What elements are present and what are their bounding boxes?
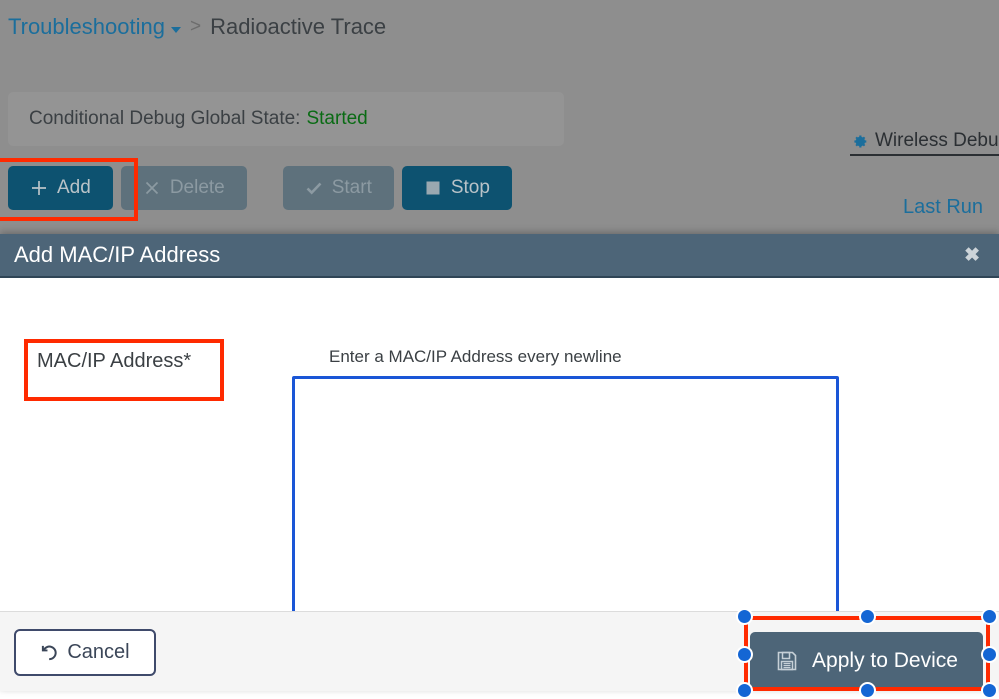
stop-button-label: Stop xyxy=(451,177,490,199)
close-icon[interactable]: ✖ xyxy=(964,246,980,265)
mac-ip-label-annotation-box: MAC/IP Address* xyxy=(24,339,224,401)
wireless-debug-label: Wireless Debu xyxy=(875,130,999,152)
breadcrumb-parent-label: Troubleshooting xyxy=(8,14,165,40)
add-button[interactable]: Add xyxy=(8,166,113,210)
wireless-debug-link[interactable]: Wireless Debu xyxy=(850,130,999,156)
undo-icon xyxy=(40,644,58,662)
apply-to-device-label: Apply to Device xyxy=(812,649,958,673)
add-button-label: Add xyxy=(57,177,91,199)
gear-icon xyxy=(850,132,868,150)
caret-down-icon[interactable] xyxy=(171,27,181,33)
stop-button[interactable]: Stop xyxy=(402,166,512,210)
delete-button-label: Delete xyxy=(170,177,225,199)
plus-icon xyxy=(30,179,48,197)
cancel-button-label: Cancel xyxy=(67,641,129,664)
apply-to-device-button[interactable]: Apply to Device xyxy=(750,632,983,690)
cancel-button[interactable]: Cancel xyxy=(14,629,156,676)
dialog-body: MAC/IP Address* Enter a MAC/IP Address e… xyxy=(0,278,999,611)
save-floppy-icon xyxy=(775,649,799,673)
breadcrumb-troubleshooting-link[interactable]: Troubleshooting xyxy=(8,14,181,40)
mac-ip-address-input[interactable] xyxy=(292,376,839,624)
start-button[interactable]: Start xyxy=(283,166,394,210)
conditional-debug-state-value: Started xyxy=(306,108,367,130)
conditional-debug-state-label: Conditional Debug Global State: xyxy=(29,108,300,130)
add-mac-ip-address-dialog: Add MAC/IP Address ✖ MAC/IP Address* Ent… xyxy=(0,234,999,691)
start-button-label: Start xyxy=(332,177,372,199)
breadcrumb: Troubleshooting > Radioactive Trace xyxy=(8,14,386,40)
check-icon xyxy=(305,179,323,197)
last-run-link[interactable]: Last Run xyxy=(903,196,983,219)
breadcrumb-separator: > xyxy=(190,16,201,38)
square-stop-icon xyxy=(424,179,442,197)
dialog-footer: Cancel Apply to Device xyxy=(0,611,999,691)
times-icon xyxy=(143,179,161,197)
delete-button[interactable]: Delete xyxy=(121,166,247,210)
dialog-title: Add MAC/IP Address xyxy=(14,242,220,268)
dialog-header: Add MAC/IP Address ✖ xyxy=(0,234,999,278)
mac-ip-hint-text: Enter a MAC/IP Address every newline xyxy=(329,347,622,367)
conditional-debug-state-strip: Conditional Debug Global State: Started xyxy=(8,92,564,146)
mac-ip-address-label: MAC/IP Address* xyxy=(37,350,191,373)
page-title: Radioactive Trace xyxy=(210,14,386,40)
trace-toolbar: Add Delete Start Stop xyxy=(8,166,512,210)
